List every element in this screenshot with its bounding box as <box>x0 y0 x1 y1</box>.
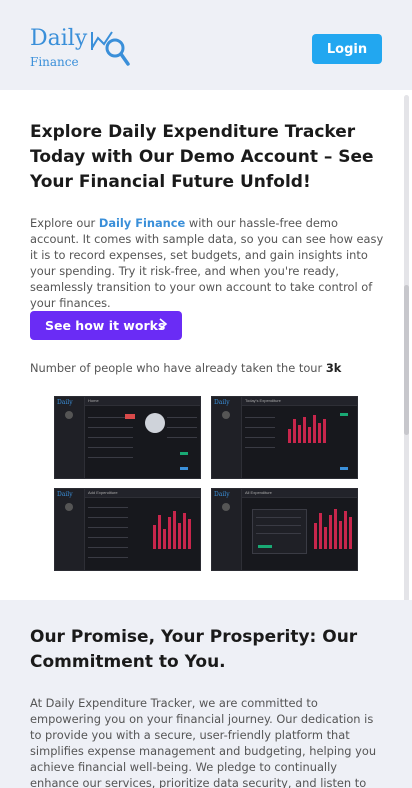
screenshot-sidebar: Daily <box>212 489 242 570</box>
daily-finance-link[interactable]: Daily Finance <box>99 216 185 230</box>
daily-finance-logo[interactable]: Daily Finance <box>30 26 140 72</box>
screenshot-topbar: Today's Expenditure <box>242 397 357 406</box>
chevron-right-icon <box>159 318 168 330</box>
site-header: Daily Finance Login <box>0 0 412 90</box>
screenshot-title: All Expenditure <box>245 490 272 495</box>
screenshot-title: Home <box>88 398 99 403</box>
today-expenditure-screenshot[interactable]: Daily Today's Expenditure <box>211 396 358 479</box>
hero-text-before: Explore our <box>30 216 99 230</box>
screenshot-sidebar: Daily <box>55 397 85 478</box>
tour-count-label: Number of people who have already taken … <box>30 361 323 375</box>
add-expenditure-screenshot[interactable]: Daily Add Expenditure <box>54 488 201 571</box>
home-screenshot[interactable]: Daily Home <box>54 396 201 479</box>
cta-label: See how it works <box>45 318 166 333</box>
screenshot-topbar: Add Expenditure <box>85 489 200 498</box>
promise-title: Our Promise, Your Prosperity: Our Commit… <box>30 627 358 672</box>
logo-subtitle: Finance <box>30 55 79 69</box>
all-expenditure-screenshot[interactable]: Daily All Expenditure <box>211 488 358 571</box>
screenshot-sidebar: Daily <box>212 397 242 478</box>
hero-title: Explore Daily Expenditure Tracker Today … <box>30 122 374 192</box>
tour-count-text: Number of people who have already taken … <box>30 361 341 375</box>
hero-text-after: with our hassle-free demo account. It co… <box>30 216 384 310</box>
screenshot-topbar: Home <box>85 397 200 406</box>
promise-description: At Daily Expenditure Tracker, we are com… <box>30 696 377 788</box>
screenshot-title: Today's Expenditure <box>245 398 281 403</box>
logo-wordmark: Daily <box>30 26 88 51</box>
screenshot-topbar: All Expenditure <box>242 489 357 498</box>
tour-count-value: 3k <box>325 361 342 375</box>
see-how-it-works-button[interactable]: See how it works <box>30 311 182 340</box>
hero-description: Explore our Daily Finance with our hassl… <box>30 215 388 311</box>
screenshot-title: Add Expenditure <box>88 490 118 495</box>
logo-magnifier-icon <box>91 31 130 66</box>
scrollbar-thumb[interactable] <box>404 285 409 435</box>
screenshot-sidebar: Daily <box>55 489 85 570</box>
login-button[interactable]: Login <box>312 34 382 64</box>
